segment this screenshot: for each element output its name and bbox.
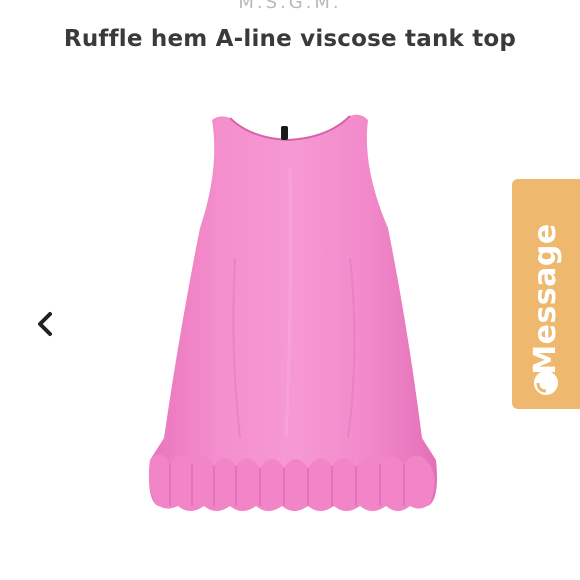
message-label: Message	[528, 223, 563, 375]
product-title: Ruffle hem A-line viscose tank top	[63, 26, 517, 52]
chevron-left-icon	[38, 312, 52, 336]
product-image	[140, 108, 445, 518]
previous-image-button[interactable]	[28, 304, 62, 344]
chat-bubble-icon	[534, 371, 558, 395]
message-button[interactable]: Message	[512, 179, 580, 409]
message-button-content: Message	[512, 179, 580, 409]
brand-name[interactable]: M.S.G.M.	[0, 0, 580, 13]
